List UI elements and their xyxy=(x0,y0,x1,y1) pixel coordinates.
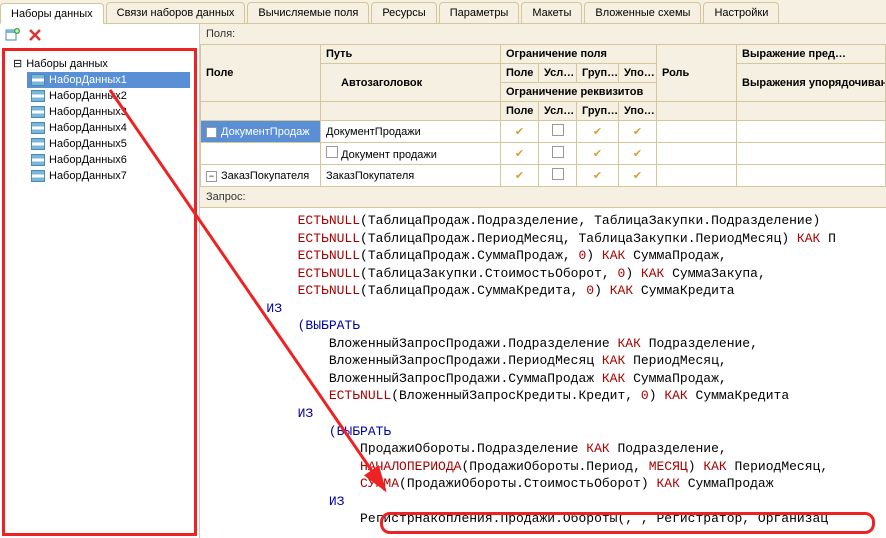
tree-expand-icon: ⊟ xyxy=(13,57,22,70)
th-usl1[interactable]: Усл… xyxy=(539,64,577,83)
cell-path[interactable]: ДокументПродажи xyxy=(321,121,501,143)
cell-check[interactable]: ✔ xyxy=(619,121,657,143)
cell-check[interactable]: ✔ xyxy=(501,121,539,143)
fields-label: Поля: xyxy=(200,24,886,44)
table-icon xyxy=(31,74,45,86)
add-dataset-icon[interactable] xyxy=(5,27,21,43)
tab-params[interactable]: Параметры xyxy=(439,2,520,23)
th-autotitle[interactable]: Автозаголовок xyxy=(321,64,501,102)
cell-check[interactable]: ✔ xyxy=(619,143,657,165)
th-expr[interactable]: Выражение пред… xyxy=(737,45,886,64)
tree-item-3[interactable]: НаборДанных3 xyxy=(27,104,190,120)
table-icon xyxy=(31,138,45,150)
query-area[interactable]: ЕСТЬNULL(ТаблицаПродаж.Подразделение, Та… xyxy=(200,207,886,538)
query-label: Запрос: xyxy=(200,187,886,207)
table-icon xyxy=(31,90,45,102)
tree-item-label: НаборДанных3 xyxy=(49,106,127,118)
tree-item-1[interactable]: НаборДанных1 xyxy=(27,72,190,88)
th-order[interactable]: Выражения упорядочивания xyxy=(737,64,886,102)
checkbox-empty-icon[interactable] xyxy=(552,146,564,158)
cell-check[interactable] xyxy=(539,165,577,187)
tree-item-label: НаборДанных6 xyxy=(49,154,127,166)
cell-field[interactable]: −ДокументПродаж xyxy=(201,121,321,143)
checkbox-empty-icon[interactable] xyxy=(552,168,564,180)
th-usl2[interactable]: Усл… xyxy=(539,102,577,121)
table-icon xyxy=(31,154,45,166)
tree-item-label: НаборДанных5 xyxy=(49,138,127,150)
cell-path[interactable]: Документ продажи xyxy=(321,143,501,165)
tree-root[interactable]: ⊟ Наборы данных xyxy=(9,55,190,72)
th-path[interactable]: Путь xyxy=(321,45,501,64)
cell-check[interactable]: ✔ xyxy=(577,165,619,187)
th-pole2[interactable]: Поле xyxy=(501,102,539,121)
th-role[interactable]: Роль xyxy=(657,45,737,102)
tab-settings[interactable]: Настройки xyxy=(703,2,779,23)
tree-item-label: НаборДанных1 xyxy=(49,74,127,86)
cell-check[interactable]: ✔ xyxy=(501,143,539,165)
tab-datasets[interactable]: Наборы данных xyxy=(0,3,104,24)
tab-nested[interactable]: Вложенные схемы xyxy=(584,2,701,23)
fields-table: Поле Путь Ограничение поля Роль Выражени… xyxy=(200,44,886,187)
cell-check[interactable]: ✔ xyxy=(619,165,657,187)
tree-item-label: НаборДанных7 xyxy=(49,170,127,182)
tree-item-2[interactable]: НаборДанных2 xyxy=(27,88,190,104)
tree-item-6[interactable]: НаборДанных6 xyxy=(27,152,190,168)
cell-check[interactable] xyxy=(539,121,577,143)
table-icon xyxy=(31,170,45,182)
cell-check[interactable]: ✔ xyxy=(577,121,619,143)
tree-item-label: НаборДанных4 xyxy=(49,122,127,134)
tree-item-4[interactable]: НаборДанных4 xyxy=(27,120,190,136)
th-upo2[interactable]: Упо… xyxy=(619,102,657,121)
table-icon xyxy=(31,122,45,134)
tab-layouts[interactable]: Макеты xyxy=(521,2,582,23)
cell-check[interactable] xyxy=(539,143,577,165)
table-icon xyxy=(31,106,45,118)
tree-item-label: НаборДанных2 xyxy=(49,90,127,102)
tree-item-7[interactable]: НаборДанных7 xyxy=(27,168,190,184)
cell-path[interactable]: ЗаказПокупателя xyxy=(321,165,501,187)
th-restr-field[interactable]: Ограничение поля xyxy=(501,45,657,64)
th-grup2[interactable]: Груп… xyxy=(577,102,619,121)
datasets-tree: ⊟ Наборы данных НаборДанных1 НаборДанных… xyxy=(2,48,197,536)
tab-calc[interactable]: Вычисляемые поля xyxy=(247,2,369,23)
checkbox-empty-icon[interactable] xyxy=(552,124,564,136)
cell-check[interactable]: ✔ xyxy=(501,165,539,187)
main-tabs: Наборы данных Связи наборов данных Вычис… xyxy=(0,0,886,24)
th-pole1[interactable]: Поле xyxy=(501,64,539,83)
cell-field[interactable]: −ЗаказПокупателя xyxy=(201,165,321,187)
th-field[interactable]: Поле xyxy=(201,45,321,102)
th-restr-req[interactable]: Ограничение реквизитов xyxy=(501,83,657,102)
delete-dataset-icon[interactable] xyxy=(27,27,43,43)
collapse-icon[interactable]: − xyxy=(206,171,217,182)
cell-check[interactable]: ✔ xyxy=(577,143,619,165)
checkbox-empty-icon[interactable] xyxy=(326,146,338,158)
th-grup1[interactable]: Груп… xyxy=(577,64,619,83)
query-code[interactable]: ЕСТЬNULL(ТаблицаПродаж.Подразделение, Та… xyxy=(204,212,882,528)
tab-resources[interactable]: Ресурсы xyxy=(371,2,436,23)
collapse-icon[interactable]: − xyxy=(206,127,217,138)
tree-root-label: Наборы данных xyxy=(26,58,108,70)
tree-item-5[interactable]: НаборДанных5 xyxy=(27,136,190,152)
th-upo1[interactable]: Упо… xyxy=(619,64,657,83)
tab-links[interactable]: Связи наборов данных xyxy=(106,2,246,23)
tree-toolbar xyxy=(0,24,199,46)
